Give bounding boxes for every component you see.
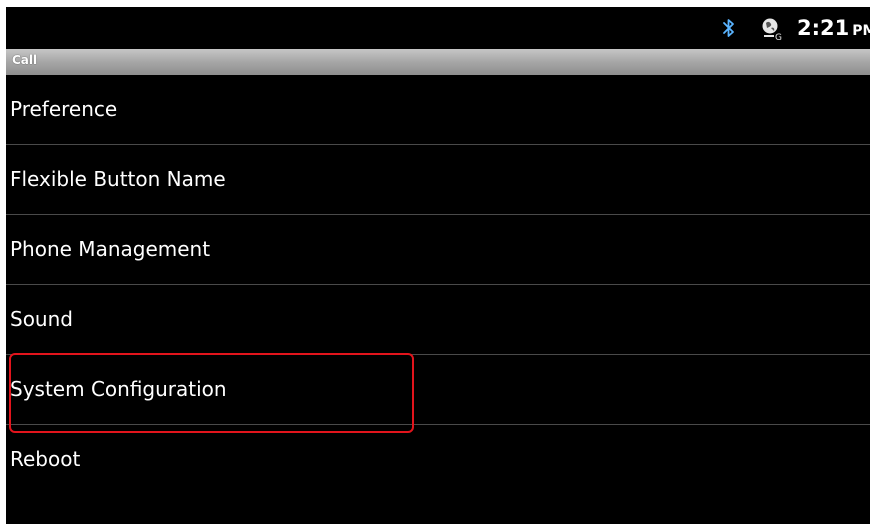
menu-item-label: Phone Management [10,237,211,261]
menu-item-label: Preference [10,97,118,121]
svg-text:G: G [775,33,782,41]
title-bar: Call [6,49,870,75]
status-clock: 2:21 PM [797,16,870,40]
menu-item-phone-management[interactable]: Phone Management [6,215,870,285]
gps-icon: G [762,18,782,41]
status-bar: G 2:21 PM [6,7,870,49]
page-title: Call [12,53,38,67]
menu-item-preference[interactable]: Preference [6,75,870,145]
menu-item-system-configuration[interactable]: System Configuration [6,355,870,425]
menu-item-label: System Configuration [10,377,227,401]
menu-item-reboot[interactable]: Reboot [6,425,870,495]
menu-item-label: Flexible Button Name [10,167,226,191]
device-screen: G 2:21 PM Call Preference Flexible Button… [6,7,870,524]
bluetooth-icon [723,19,734,37]
menu-item-label: Sound [10,307,73,331]
clock-ampm: PM [852,23,870,39]
menu-item-flexible-button-name[interactable]: Flexible Button Name [6,145,870,215]
settings-menu-list: Preference Flexible Button Name Phone Ma… [6,75,870,495]
menu-item-sound[interactable]: Sound [6,285,870,355]
menu-item-label: Reboot [10,447,81,471]
clock-time: 2:21 [797,16,850,40]
